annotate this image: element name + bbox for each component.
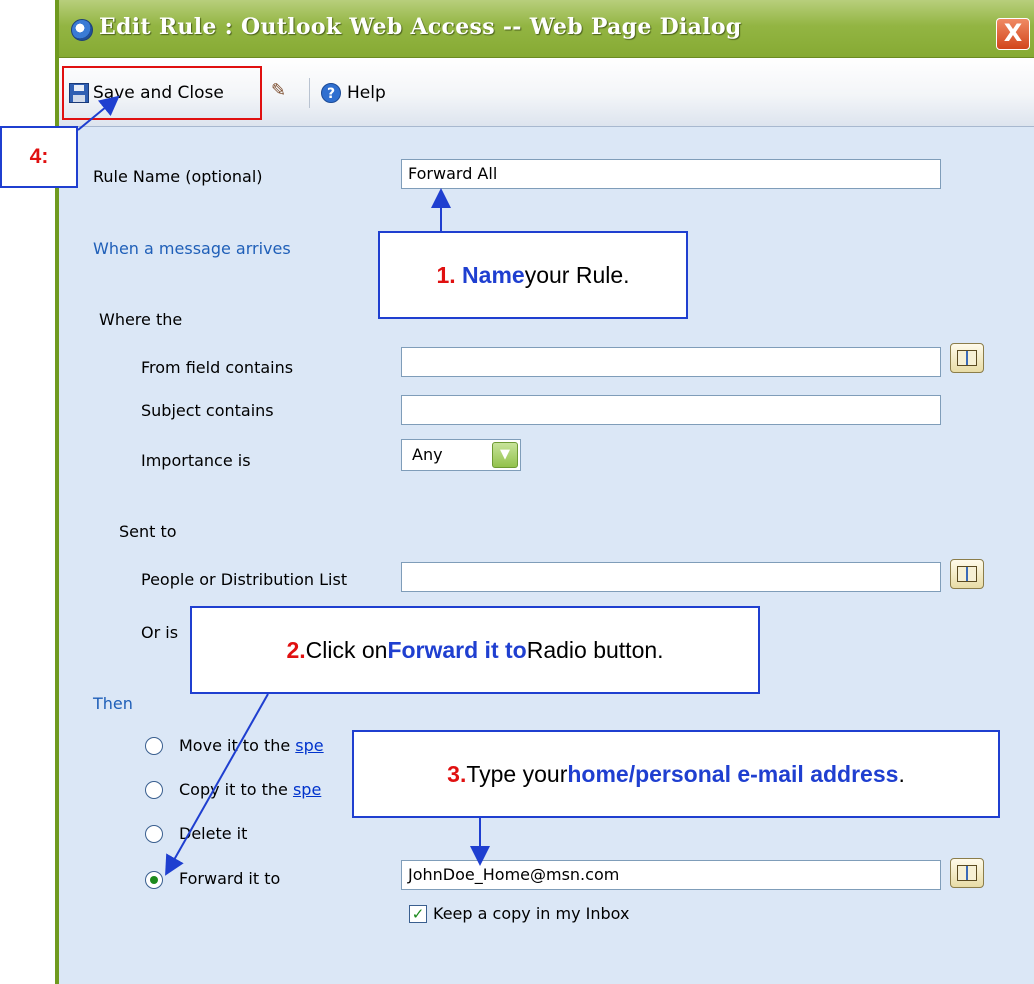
arrow-step-4	[77, 95, 120, 131]
arrow-step-2	[165, 693, 269, 876]
annotation-arrows	[77, 95, 490, 876]
